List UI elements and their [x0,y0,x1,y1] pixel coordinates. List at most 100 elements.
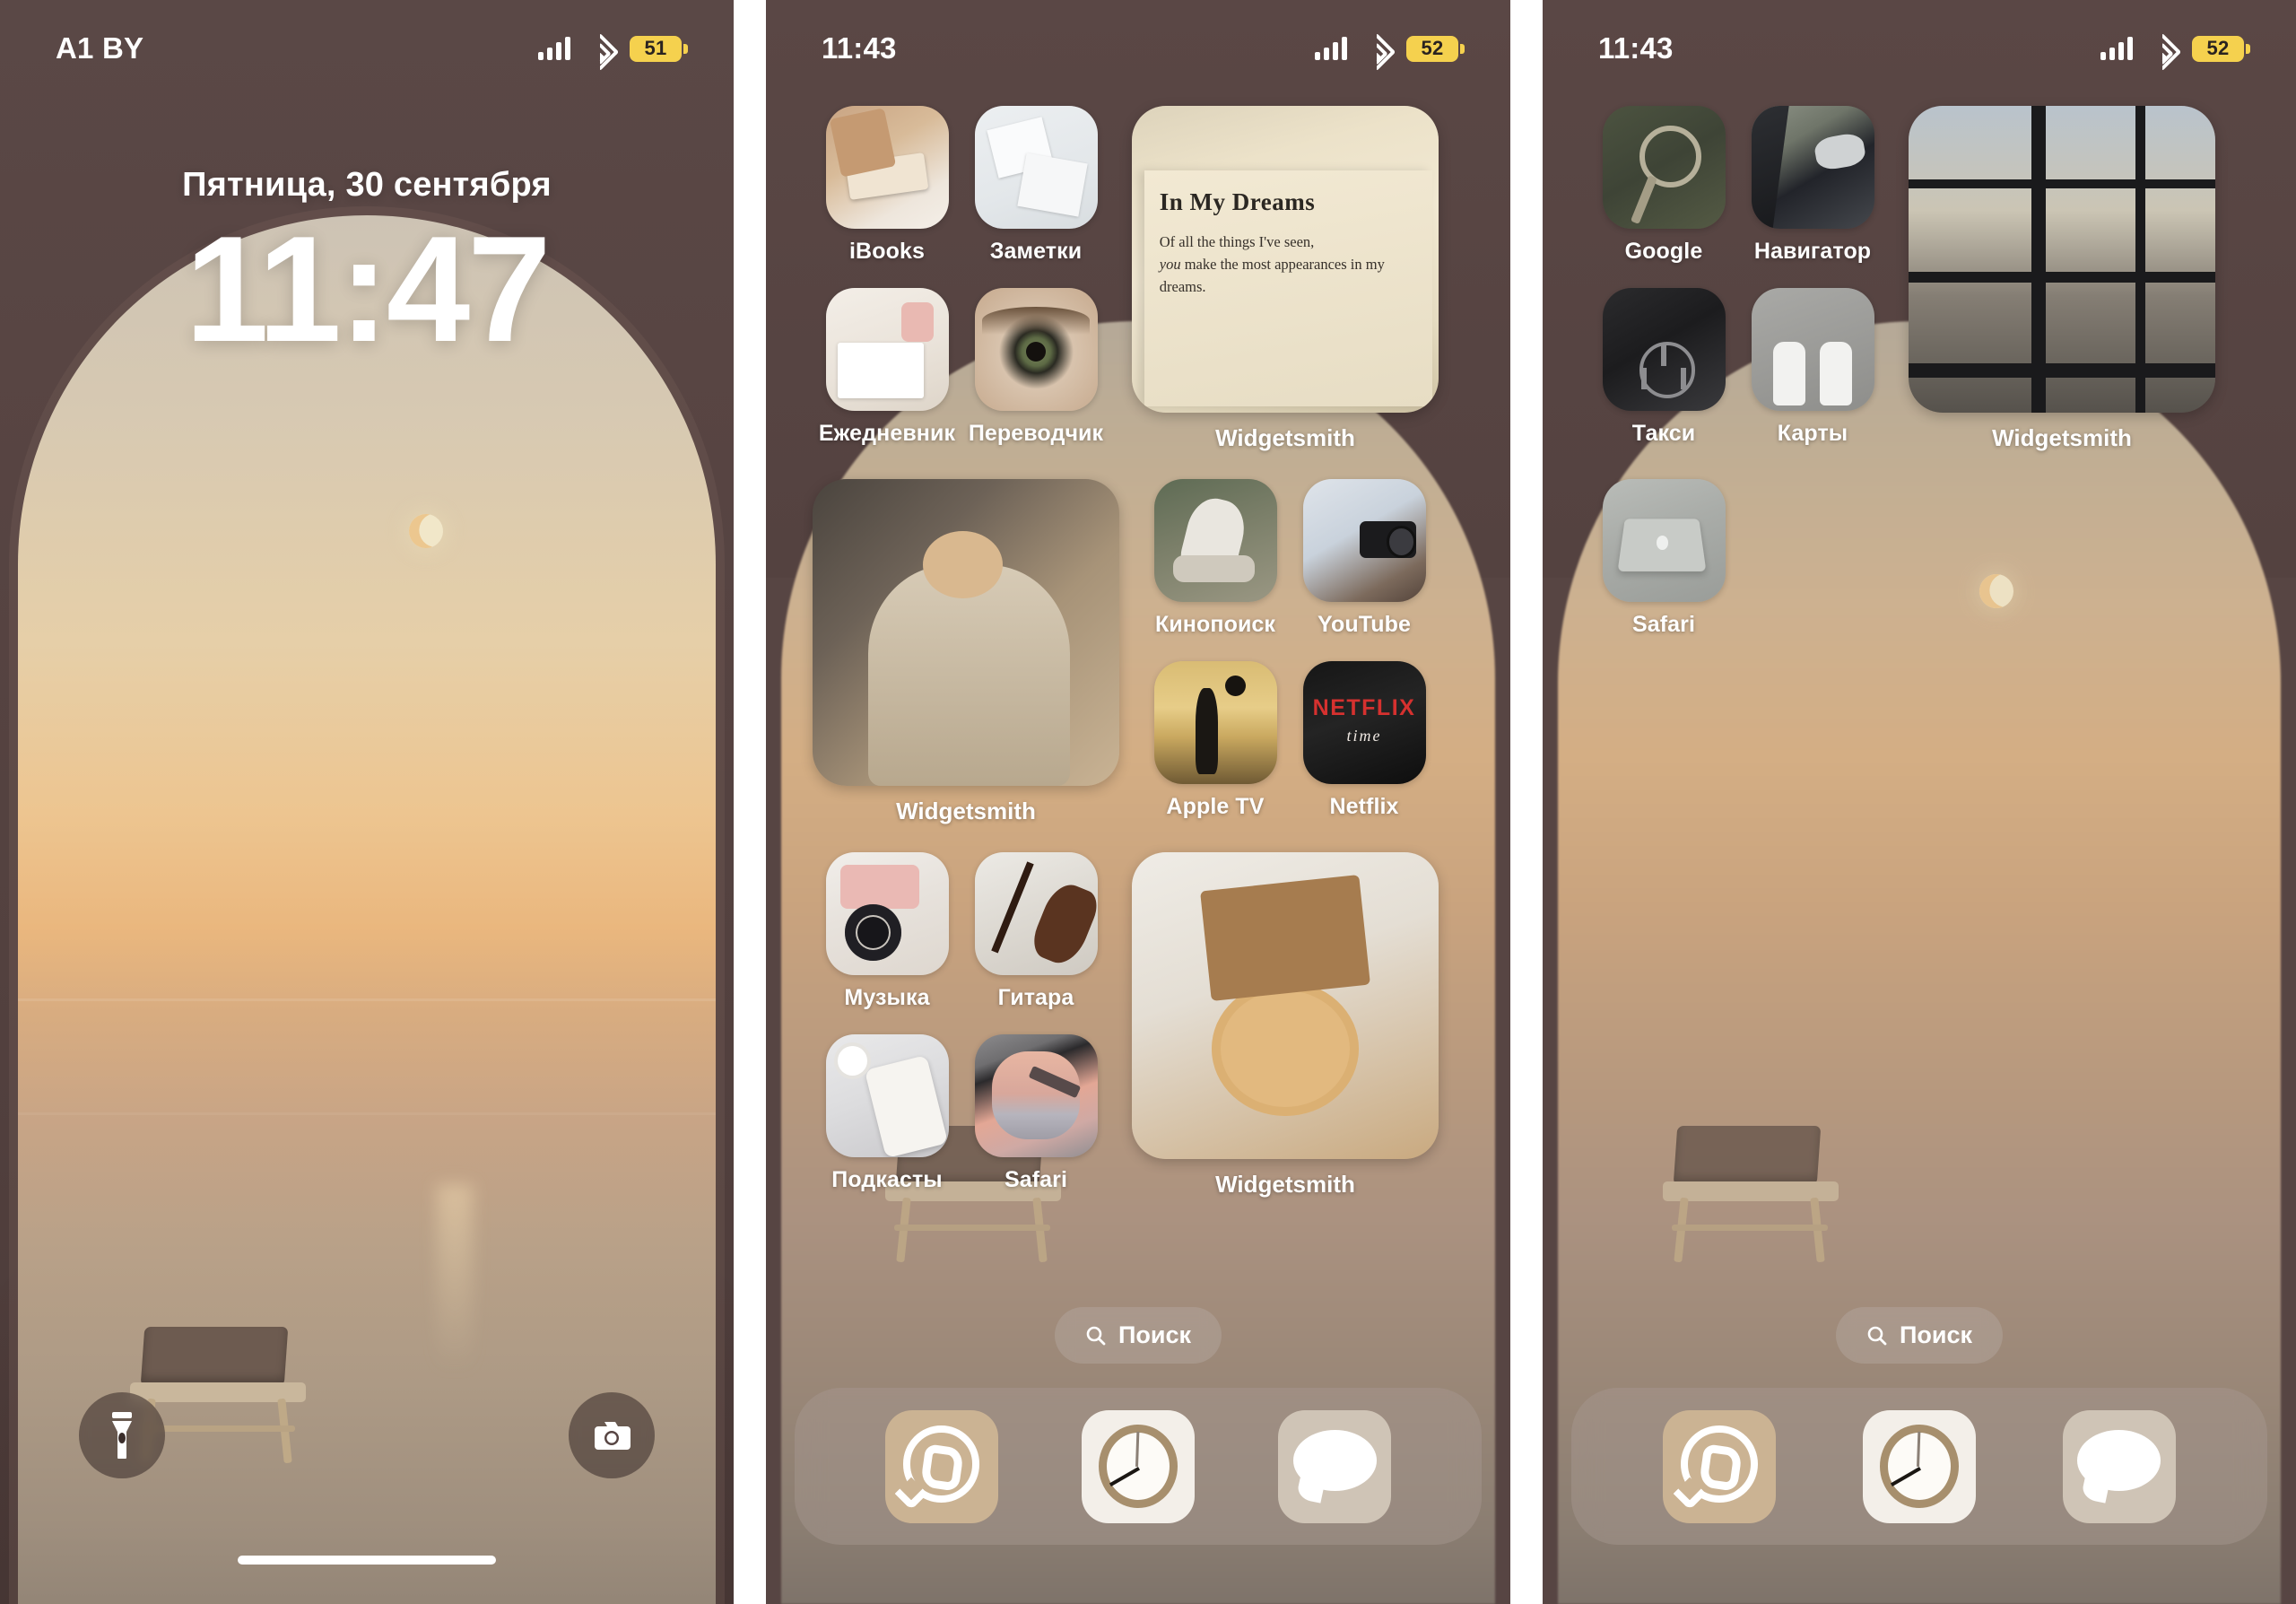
app-label: Карты [1777,420,1848,446]
lock-date: Пятница, 30 сентября [182,166,552,204]
poem-title: In My Dreams [1159,188,1316,216]
widget-city-window[interactable]: Widgetsmith [1909,106,2215,452]
app-gitara[interactable]: Гитара [961,852,1110,1011]
carrier-label: A1 BY [56,31,144,65]
camera-button[interactable] [569,1392,655,1478]
app-netflix[interactable]: NETFLIX time Netflix [1290,660,1439,820]
app-apple-tv[interactable]: Apple TV [1141,660,1290,820]
app-label: Музыка [844,985,930,1010]
app-podkasty[interactable]: Подкасты [813,1033,961,1193]
record-player-photo-art [1132,852,1439,1159]
netflix-subtext: time [1346,727,1382,745]
navigator-icon [1751,106,1874,229]
app-label: Гитара [997,985,1074,1010]
app-label: Safari [1631,612,1696,637]
app-google[interactable]: Google [1589,106,1738,265]
netflix-wordmark: NETFLIX [1312,694,1416,720]
widget-record-player[interactable]: Widgetsmith [1132,852,1439,1199]
battery-icon: 52 [1406,35,1465,62]
search-icon [1867,1326,1887,1345]
google-icon [1602,106,1726,229]
safari-icon [1602,479,1726,602]
battery-icon: 52 [2192,35,2250,62]
home-screen-panel-2: 11:43 52 Google Навигатор Такси Карты Wi… [1543,0,2296,1604]
widget-label: Widgetsmith [1215,1171,1355,1198]
app-label: Safari [1004,1166,1068,1192]
widget-label: Widgetsmith [1215,424,1355,451]
search-button[interactable]: Поиск [1054,1307,1222,1364]
wifi-icon [2143,32,2182,72]
diary-icon [825,287,949,411]
kinopoisk-icon [1153,479,1277,602]
lock-screen-panel: A1 BY 51 Пятница, 30 сентября 11:47 [0,0,734,1604]
flashlight-button[interactable] [79,1392,165,1478]
music-icon [825,852,949,975]
whatsapp-icon[interactable] [884,1409,998,1523]
cellular-bars-icon [538,37,570,60]
battery-icon: 51 [630,35,688,62]
app-label: Кинопоиск [1154,612,1276,637]
translator-icon [974,287,1098,411]
wifi-icon [1357,32,1396,72]
app-label: YouTube [1318,612,1411,637]
home-indicator[interactable] [238,1556,496,1565]
status-bar: 11:43 52 [766,0,1510,77]
app-label: iBooks [849,239,925,264]
app-safari[interactable]: Safari [961,1033,1110,1193]
search-label: Поиск [1899,1321,1973,1348]
cellular-bars-icon [2100,37,2133,60]
app-perevodchik[interactable]: Переводчик [961,287,1110,447]
wifi-icon [580,32,620,72]
safari-icon [974,1033,1098,1157]
poem-card-art: In My Dreams Of all the things I've seen… [1132,106,1439,413]
cellular-bars-icon [1315,37,1347,60]
notes-icon [974,106,1098,229]
app-label: Ежедневник [818,420,956,446]
app-label: Навигатор [1753,239,1872,264]
messages-icon[interactable] [1278,1409,1392,1523]
messages-icon[interactable] [2062,1409,2176,1523]
apple-tv-icon [1153,660,1277,784]
search-button[interactable]: Поиск [1835,1307,2004,1364]
widget-poem[interactable]: In My Dreams Of all the things I've seen… [1132,106,1439,452]
app-ezhednevnik[interactable]: Ежедневник [813,287,961,447]
app-karty[interactable]: Карты [1738,287,1887,447]
widget-label: Widgetsmith [1992,424,2132,451]
app-navigator[interactable]: Навигатор [1738,106,1887,265]
poem-line-2: make the most appearances in my dreams. [1159,255,1385,295]
podcasts-icon [825,1033,949,1157]
clock-icon[interactable] [1081,1409,1195,1523]
app-safari-page2[interactable]: Safari [1589,479,1738,638]
app-muzyka[interactable]: Музыка [813,852,961,1011]
widget-couple[interactable]: Widgetsmith [813,479,1119,825]
app-youtube[interactable]: YouTube [1290,479,1439,638]
app-ibooks[interactable]: iBooks [813,106,961,265]
app-label: Подкасты [831,1166,943,1192]
status-time: 11:43 [822,31,897,65]
ibooks-icon [825,106,949,229]
couple-photo-art [813,479,1119,786]
status-time: 11:43 [1598,31,1674,65]
app-label: Google [1624,239,1703,264]
flashlight-icon [112,1412,132,1459]
battery-percent: 52 [1421,37,1444,59]
clock-icon[interactable] [1862,1409,1976,1523]
app-label: Такси [1631,420,1696,446]
app-label: Переводчик [968,420,1104,446]
whatsapp-icon[interactable] [1663,1409,1777,1523]
app-zametki[interactable]: Заметки [961,106,1110,265]
poem-line-1: Of all the things I've seen, [1159,233,1315,251]
poem-body: Of all the things I've seen, you make th… [1160,231,1423,298]
app-label: Apple TV [1166,793,1265,819]
camera-icon [595,1422,631,1450]
app-label: Netflix [1329,793,1399,819]
app-taksi[interactable]: Такси [1589,287,1738,447]
dock [1571,1388,2267,1545]
lock-time: 11:47 [185,205,551,373]
screenshot-board: A1 BY 51 Пятница, 30 сентября 11:47 11:4… [0,0,2296,1604]
app-kinopoisk[interactable]: Кинопоиск [1141,479,1290,638]
lock-action-row [0,1392,734,1478]
battery-percent: 52 [2206,37,2230,59]
widget-label: Widgetsmith [896,798,1036,824]
dock [795,1388,1482,1545]
